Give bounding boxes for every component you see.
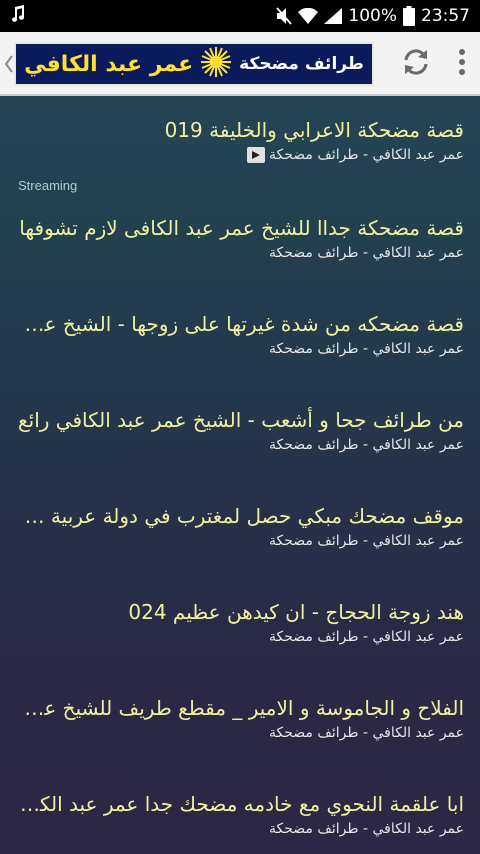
item-subtitle: عمر عبد الكافي - طرائف مضحكة [269,821,464,837]
item-title: الفلاح و الجاموسة و الامير _ مقطع طريف ل… [16,696,464,720]
mute-icon [276,7,293,25]
battery-icon [403,6,415,26]
refresh-button[interactable] [392,40,440,88]
chevron-left-icon[interactable] [4,52,14,76]
item-subtitle-row: عمر عبد الكافي - طرائف مضحكة [16,434,464,456]
section-label-streaming: Streaming [18,178,78,193]
overflow-menu-button[interactable] [444,32,480,96]
item-subtitle: عمر عبد الكافي - طرائف مضحكة [269,245,464,261]
banner-name: عمر عبد الكافي [24,51,194,77]
item-subtitle-row: عمر عبد الكافي - طرائف مضحكة [16,144,464,166]
battery-percent: 100% [348,6,397,26]
list-item[interactable]: قصة مضحكه من شدة غيرتها على زوجها - الشي… [0,310,480,360]
item-subtitle-row: عمر عبد الكافي - طرائف مضحكة [16,242,464,264]
refresh-icon [400,46,432,82]
sunburst-icon [199,45,233,83]
item-title: قصة مضحكة الاعرابي والخليفة 019 [164,118,464,142]
item-title: موقف مضحك مبكي حصل لمغترب في دولة عربية … [16,504,464,528]
list-item[interactable]: ابا علقمة النحوي مع خادمه مضحك جدا عمر ع… [0,790,480,840]
item-title: قصة مضحكة جداا للشيخ عمر عبد الكافى لازم… [19,216,464,240]
item-title: من طرائف جحا و أشعب - الشيخ عمر عبد الكا… [17,408,464,432]
item-title: ابا علقمة النحوي مع خادمه مضحك جدا عمر ع… [16,792,464,816]
item-subtitle-row: عمر عبد الكافي - طرائف مضحكة [16,818,464,840]
list-item[interactable]: هند زوجة الحجاج - ان كيدهن عظيم 024 عمر … [0,598,480,648]
list-item[interactable]: الفلاح و الجاموسة و الامير _ مقطع طريف ل… [0,694,480,744]
play-icon [247,147,266,163]
list-item[interactable]: قصة مضحكة جداا للشيخ عمر عبد الكافى لازم… [0,214,480,264]
item-title: هند زوجة الحجاج - ان كيدهن عظيم 024 [128,600,464,624]
status-bar: 100% 23:57 [0,0,480,32]
wifi-icon [298,8,319,24]
item-subtitle: عمر عبد الكافي - طرائف مضحكة [269,437,464,453]
item-subtitle-row: عمر عبد الكافي - طرائف مضحكة [16,338,464,360]
item-subtitle-row: عمر عبد الكافي - طرائف مضحكة [16,530,464,552]
item-subtitle-row: عمر عبد الكافي - طرائف مضحكة [16,626,464,648]
item-title: قصة مضحكه من شدة غيرتها على زوجها - الشي… [16,312,464,336]
more-vertical-icon [458,48,466,80]
item-subtitle: عمر عبد الكافي - طرائف مضحكة [269,147,464,163]
app-bar: طرائف مضحكة عمر عبد الكافي [0,32,480,96]
banner-subtitle: طرائف مضحكة [239,54,364,74]
status-time: 23:57 [421,6,470,26]
item-subtitle: عمر عبد الكافي - طرائف مضحكة [269,341,464,357]
list-item[interactable]: موقف مضحك مبكي حصل لمغترب في دولة عربية … [0,502,480,552]
list-item[interactable]: من طرائف جحا و أشعب - الشيخ عمر عبد الكا… [0,406,480,456]
item-subtitle: عمر عبد الكافي - طرائف مضحكة [269,533,464,549]
item-subtitle-row: عمر عبد الكافي - طرائف مضحكة [16,722,464,744]
app-title-banner: طرائف مضحكة عمر عبد الكافي [14,42,374,86]
item-subtitle: عمر عبد الكافي - طرائف مضحكة [269,629,464,645]
music-note-icon [10,5,26,27]
signal-icon [324,8,343,24]
item-subtitle: عمر عبد الكافي - طرائف مضحكة [269,725,464,741]
list-item[interactable]: قصة مضحكة الاعرابي والخليفة 019 عمر عبد … [0,116,480,166]
